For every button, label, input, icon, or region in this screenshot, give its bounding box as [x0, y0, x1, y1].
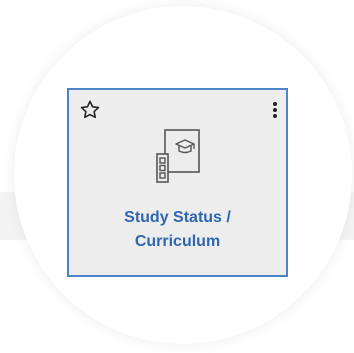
tile-title-line-1: Study Status / — [124, 209, 231, 226]
favorite-star-icon[interactable] — [79, 99, 101, 121]
more-options-icon[interactable] — [270, 101, 280, 119]
tile-title-line-2: Curriculum — [134, 233, 221, 250]
app-canvas: Study Status / Curriculum — [0, 0, 354, 353]
tile-title[interactable]: Study Status / Curriculum — [79, 206, 276, 254]
study-curriculum-icon — [155, 128, 205, 184]
study-status-tile[interactable]: Study Status / Curriculum — [67, 88, 288, 277]
